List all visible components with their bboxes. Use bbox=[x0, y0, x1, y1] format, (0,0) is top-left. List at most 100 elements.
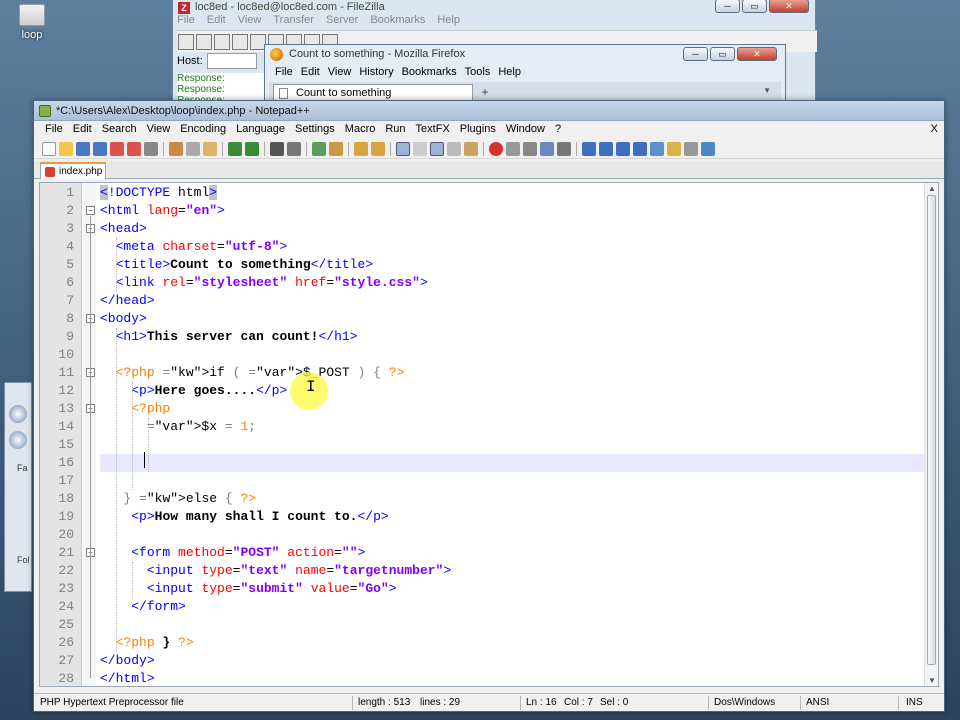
menu-view[interactable]: View bbox=[238, 14, 262, 26]
code-line[interactable]: <p>Here goes....</p> bbox=[100, 382, 924, 400]
plugin-b-icon[interactable] bbox=[633, 141, 647, 156]
new-file-icon[interactable] bbox=[42, 141, 56, 156]
menu-plugins[interactable]: Plugins bbox=[455, 121, 501, 139]
toggle-log-icon[interactable] bbox=[196, 34, 212, 50]
maximize-button[interactable]: ▭ bbox=[710, 47, 735, 61]
code-area[interactable]: <!DOCTYPE html> <html lang="en"> <head> <m… bbox=[100, 183, 924, 686]
menu-language[interactable]: Language bbox=[231, 121, 290, 139]
plugin-e-icon[interactable] bbox=[684, 141, 698, 156]
code-line[interactable]: </head> bbox=[100, 292, 924, 310]
code-line[interactable]: <?php } ?> bbox=[100, 634, 924, 652]
code-line[interactable]: <input type="text" name="targetnumber"> bbox=[100, 562, 924, 580]
spellcheck-icon[interactable] bbox=[701, 141, 715, 156]
plugin-d-icon[interactable] bbox=[667, 141, 681, 156]
code-line[interactable] bbox=[100, 346, 924, 364]
close-document-button[interactable]: X bbox=[931, 123, 938, 135]
close-button[interactable]: ✕ bbox=[769, 0, 809, 13]
cut-icon[interactable] bbox=[169, 141, 183, 156]
menu-help[interactable]: ? bbox=[550, 121, 566, 139]
code-line[interactable]: <html lang="en"> bbox=[100, 202, 924, 220]
record-macro-icon[interactable] bbox=[489, 141, 503, 156]
code-line[interactable]: <?php ="kw">if ( ="var">$_POST ) { ?> bbox=[100, 364, 924, 382]
firefox-window[interactable]: Count to something - Mozilla Firefox ─ ▭… bbox=[264, 44, 786, 102]
sync-horizontal-icon[interactable] bbox=[371, 141, 385, 156]
maximize-button[interactable]: ▭ bbox=[742, 0, 767, 13]
code-editor[interactable]: 1 2 3 4 5 6 7 8 9 10 11 12 13 14 15 16 17 18 19 20 21 22 23 24 2… bbox=[39, 182, 939, 687]
code-line[interactable] bbox=[100, 526, 924, 544]
indent-guide-icon[interactable] bbox=[430, 141, 444, 156]
menu-help[interactable]: Help bbox=[498, 66, 521, 78]
code-line[interactable]: <title>Count to something</title> bbox=[100, 256, 924, 274]
desktop-folder-loop[interactable]: loop bbox=[10, 4, 54, 41]
code-line[interactable]: <?php bbox=[100, 400, 924, 418]
plugin-up-icon[interactable] bbox=[599, 141, 613, 156]
menu-macro[interactable]: Macro bbox=[340, 121, 381, 139]
menu-encoding[interactable]: Encoding bbox=[175, 121, 231, 139]
code-line[interactable]: <body> bbox=[100, 310, 924, 328]
plugin-down-icon[interactable] bbox=[616, 141, 630, 156]
zoom-in-icon[interactable] bbox=[312, 141, 326, 156]
code-line[interactable]: <form method="POST" action=""> bbox=[100, 544, 924, 562]
menu-run[interactable]: Run bbox=[380, 121, 410, 139]
scrollbar-thumb[interactable] bbox=[927, 195, 936, 665]
fold-margin[interactable]: −−−−−− bbox=[83, 183, 96, 686]
run-macro-multiple-icon[interactable] bbox=[540, 141, 554, 156]
menu-bookmarks[interactable]: Bookmarks bbox=[402, 66, 457, 78]
fold-toggle-icon[interactable]: − bbox=[86, 206, 95, 215]
zoom-out-icon[interactable] bbox=[329, 141, 343, 156]
code-line[interactable]: ="var">$x = 1; bbox=[100, 418, 924, 436]
code-line[interactable]: <input type="submit" value="Go"> bbox=[100, 580, 924, 598]
code-line[interactable]: </body> bbox=[100, 652, 924, 670]
redo-icon[interactable] bbox=[245, 141, 259, 156]
code-line[interactable]: </html> bbox=[100, 670, 924, 686]
menu-edit[interactable]: Edit bbox=[207, 14, 226, 26]
site-manager-icon[interactable] bbox=[178, 34, 194, 50]
host-input[interactable] bbox=[206, 53, 257, 69]
save-macro-icon[interactable] bbox=[557, 141, 571, 156]
menu-view[interactable]: View bbox=[328, 66, 352, 78]
new-tab-button[interactable]: + bbox=[477, 85, 493, 99]
minimize-button[interactable]: ─ bbox=[683, 47, 708, 61]
menu-textfx[interactable]: TextFX bbox=[411, 121, 455, 139]
code-line[interactable]: <meta charset="utf-8"> bbox=[100, 238, 924, 256]
code-line[interactable]: } ="kw">else { ?> bbox=[100, 490, 924, 508]
play-macro-icon[interactable] bbox=[523, 141, 537, 156]
back-button-icon[interactable] bbox=[9, 405, 27, 423]
code-line[interactable]: <!DOCTYPE html> bbox=[100, 184, 924, 202]
open-file-icon[interactable] bbox=[59, 141, 73, 156]
menu-file[interactable]: File bbox=[275, 66, 293, 78]
forward-button-icon[interactable] bbox=[9, 431, 27, 449]
menu-transfer[interactable]: Transfer bbox=[273, 14, 314, 26]
menu-server[interactable]: Server bbox=[326, 14, 358, 26]
menu-history[interactable]: History bbox=[359, 66, 393, 78]
toggle-tree-icon[interactable] bbox=[214, 34, 230, 50]
menu-view[interactable]: View bbox=[142, 121, 176, 139]
sync-vertical-icon[interactable] bbox=[354, 141, 368, 156]
menu-help[interactable]: Help bbox=[437, 14, 460, 26]
user-lang-icon[interactable] bbox=[447, 141, 461, 156]
menu-edit[interactable]: Edit bbox=[68, 121, 97, 139]
scroll-down-arrow-icon[interactable]: ▼ bbox=[928, 676, 936, 685]
copy-icon[interactable] bbox=[186, 141, 200, 156]
save-all-icon[interactable] bbox=[93, 141, 107, 156]
tab-list-chevron-icon[interactable]: ▼ bbox=[763, 86, 771, 95]
menu-file[interactable]: File bbox=[177, 14, 195, 26]
menu-tools[interactable]: Tools bbox=[465, 66, 491, 78]
word-wrap-icon[interactable] bbox=[396, 141, 410, 156]
close-button[interactable]: ✕ bbox=[737, 47, 777, 61]
toggle-remote-icon[interactable] bbox=[232, 34, 248, 50]
scroll-up-arrow-icon[interactable]: ▲ bbox=[928, 184, 936, 193]
code-line[interactable] bbox=[100, 472, 924, 490]
menu-settings[interactable]: Settings bbox=[290, 121, 340, 139]
document-tab[interactable]: index.php bbox=[40, 162, 106, 179]
replace-icon[interactable] bbox=[287, 141, 301, 156]
code-line[interactable] bbox=[100, 436, 924, 454]
stop-macro-icon[interactable] bbox=[506, 141, 520, 156]
code-line[interactable] bbox=[100, 616, 924, 634]
save-icon[interactable] bbox=[76, 141, 90, 156]
code-line[interactable]: <head> bbox=[100, 220, 924, 238]
print-icon[interactable] bbox=[144, 141, 158, 156]
undo-icon[interactable] bbox=[228, 141, 242, 156]
code-line[interactable] bbox=[100, 454, 924, 472]
code-line[interactable]: </form> bbox=[100, 598, 924, 616]
